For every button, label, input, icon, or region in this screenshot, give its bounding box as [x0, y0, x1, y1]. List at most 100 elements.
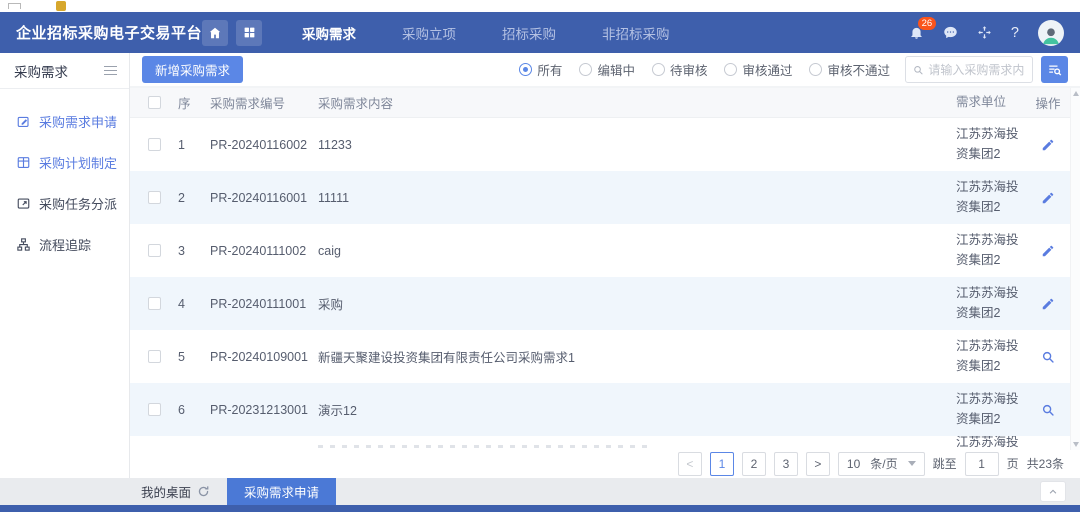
page-size-select[interactable]: 10 条/页 — [838, 452, 925, 476]
row-action[interactable] — [1026, 403, 1070, 417]
sidebar-item-label: 采购需求申请 — [39, 112, 117, 131]
flow-sitemap-icon — [16, 237, 31, 252]
row-content: 演示12 — [318, 400, 956, 419]
nav-procurement-initiation[interactable]: 采购立项 — [402, 23, 456, 43]
row-code: PR-20240111001 — [210, 297, 318, 311]
chat-icon — [943, 25, 958, 40]
row-action[interactable] — [1026, 350, 1070, 364]
apps-grid-button[interactable] — [236, 20, 262, 46]
row-action[interactable] — [1026, 244, 1070, 258]
collapse-menu-icon[interactable] — [104, 66, 117, 76]
advanced-search-button[interactable] — [1041, 56, 1068, 83]
row-code: PR-20231213001 — [210, 403, 318, 417]
my-desktop-button[interactable]: 我的桌面 — [141, 482, 210, 501]
row-checkbox[interactable] — [148, 138, 161, 151]
row-index: 5 — [178, 350, 210, 364]
favicon-fragment — [56, 1, 66, 11]
edit-icon[interactable] — [1041, 297, 1055, 311]
row-code: PR-20240116002 — [210, 138, 318, 152]
jump-page-input[interactable] — [965, 452, 999, 476]
page-button-1[interactable]: 1 — [710, 452, 734, 476]
nav-procurement-demand[interactable]: 采购需求 — [302, 23, 356, 43]
row-checkbox[interactable] — [148, 244, 161, 257]
taskbar-tab-demand-apply[interactable]: 采购需求申请 — [227, 478, 336, 505]
edit-icon[interactable] — [1041, 138, 1055, 152]
col-code: 采购需求编号 — [210, 93, 318, 112]
row-unit: 江苏苏海投资集团2 — [956, 390, 1026, 429]
browser-remnant-strip — [0, 0, 1080, 12]
row-index: 2 — [178, 191, 210, 205]
edit-icon[interactable] — [1041, 244, 1055, 258]
radio-icon — [724, 63, 737, 76]
table-header: 序 采购需求编号 采购需求内容 需求单位 操作 — [130, 88, 1080, 118]
sidebar-item-process-trace[interactable]: 流程追踪 — [0, 224, 129, 265]
filter-rejected[interactable]: 审核不通过 — [809, 60, 890, 79]
prev-page-button[interactable]: < — [678, 452, 702, 476]
filter-all[interactable]: 所有 — [519, 60, 562, 79]
nav-non-bidding-procurement[interactable]: 非招标采购 — [602, 23, 670, 43]
footer-strip — [0, 505, 1080, 512]
row-content: 采购 — [318, 294, 956, 313]
scroll-down-arrow[interactable] — [1073, 442, 1079, 447]
grid-icon — [243, 26, 256, 39]
row-checkbox[interactable] — [148, 297, 161, 310]
app-window: 企业招标采购电子交易平台 采购需求 采购立项 招标采购 非招标采购 26 ? — [0, 0, 1080, 512]
table-row: 3PR-20240111002caig江苏苏海投资集团2 — [130, 224, 1080, 277]
clipped-row-text — [318, 445, 648, 448]
sidebar-menu: 采购需求申请 采购计划制定 采购任务分派 流程追踪 — [0, 89, 129, 265]
row-checkbox[interactable] — [148, 350, 161, 363]
header-actions: 26 ? — [909, 20, 1064, 46]
notifications-button[interactable]: 26 — [909, 25, 924, 40]
browser-fragment — [8, 3, 21, 9]
sidebar-item-plan-making[interactable]: 采购计划制定 — [0, 142, 129, 183]
content-panel: 新增采购需求 所有 编辑中 待审核 — [130, 53, 1080, 478]
filter-approved[interactable]: 审核通过 — [724, 60, 792, 79]
row-checkbox[interactable] — [148, 191, 161, 204]
collapse-taskbar-button[interactable] — [1040, 481, 1066, 502]
add-demand-button[interactable]: 新增采购需求 — [142, 56, 243, 83]
row-checkbox[interactable] — [148, 403, 161, 416]
nav-bidding-procurement[interactable]: 招标采购 — [502, 23, 556, 43]
row-index: 1 — [178, 138, 210, 152]
home-button[interactable] — [202, 20, 228, 46]
chevron-down-icon — [908, 461, 916, 466]
col-index: 序 — [178, 93, 210, 112]
sidebar-item-label: 采购任务分派 — [39, 194, 117, 213]
view-icon[interactable] — [1041, 403, 1055, 417]
page-word: 页 — [1007, 455, 1019, 472]
filter-editing[interactable]: 编辑中 — [579, 60, 635, 79]
sidebar-item-demand-apply[interactable]: 采购需求申请 — [0, 101, 129, 142]
scroll-up-arrow[interactable] — [1073, 91, 1079, 96]
fullscreen-button[interactable] — [977, 25, 992, 40]
radio-icon — [809, 63, 822, 76]
page-button-2[interactable]: 2 — [742, 452, 766, 476]
col-content: 采购需求内容 — [318, 93, 956, 112]
filter-pending-review[interactable]: 待审核 — [652, 60, 708, 79]
row-action[interactable] — [1026, 191, 1070, 205]
select-all-checkbox[interactable] — [148, 96, 161, 109]
row-content: 11233 — [318, 138, 956, 152]
move-arrows-icon — [977, 25, 992, 40]
search-input[interactable] — [928, 63, 1025, 77]
user-avatar[interactable] — [1038, 20, 1064, 46]
edit-icon[interactable] — [1041, 191, 1055, 205]
radio-icon — [519, 63, 532, 76]
radio-icon — [652, 63, 665, 76]
messages-button[interactable] — [943, 25, 958, 40]
app-title: 企业招标采购电子交易平台 — [16, 22, 202, 43]
table-body: 1PR-2024011600211233 江苏苏海投资集团2 2 PR-2024011… — [130, 118, 1080, 436]
filter-label: 所有 — [537, 60, 562, 79]
toolbar: 新增采购需求 所有 编辑中 待审核 — [130, 53, 1080, 88]
row-unit: 江苏苏海投资集团2 — [956, 231, 1026, 270]
page-button-3[interactable]: 3 — [774, 452, 798, 476]
sidebar-item-task-dispatch[interactable]: 采购任务分派 — [0, 183, 129, 224]
filter-label: 审核不通过 — [827, 60, 890, 79]
row-content: caig — [318, 244, 956, 258]
vertical-scrollbar[interactable] — [1070, 88, 1080, 450]
page-size-value: 10 — [847, 457, 860, 471]
help-button[interactable]: ? — [1011, 25, 1019, 41]
row-action[interactable] — [1026, 297, 1070, 311]
next-page-button[interactable]: > — [806, 452, 830, 476]
view-icon[interactable] — [1041, 350, 1055, 364]
row-action[interactable] — [1026, 138, 1070, 152]
